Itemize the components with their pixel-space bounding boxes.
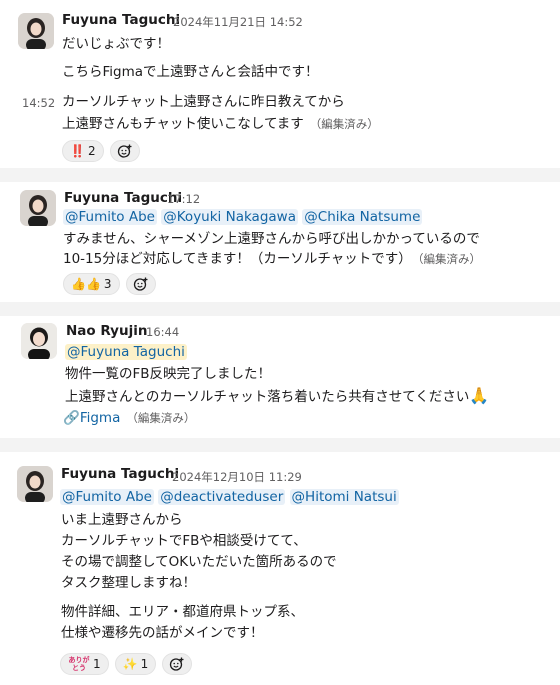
message-text: 仕様や遷移先の話がメインです！ bbox=[61, 625, 264, 641]
message-block: Fuyuna Taguchi 2024年12月10日 11:29 @Fumito… bbox=[0, 452, 560, 685]
message-text: こちらFigmaで上遠野さんと会話中です！ bbox=[62, 64, 319, 80]
user-mention[interactable]: @Fumito Abe bbox=[63, 209, 157, 225]
add-reaction-button[interactable] bbox=[109, 140, 140, 162]
message-block: Nao Ryujin 16:44 @Fuyuna Taguchi 物件一覧のFB… bbox=[0, 316, 560, 438]
message-text: 物件詳細、エリア・都道府県トップ系、 bbox=[61, 604, 304, 620]
add-reaction-button[interactable] bbox=[125, 273, 156, 295]
message-text-content: 上遠野さんもチャット使いこなしてます bbox=[62, 116, 304, 132]
message-block: Fuyuna Taguchi 2024年11月21日 14:52 だいじょぶです… bbox=[0, 0, 560, 168]
reactions-bar: 👍👍 3 bbox=[63, 273, 156, 295]
user-mention[interactable]: @Koyuki Nakagawa bbox=[161, 209, 298, 225]
reactions-bar: ‼️ 2 bbox=[62, 140, 140, 162]
author-name[interactable]: Fuyuna Taguchi bbox=[61, 466, 179, 482]
add-reaction-button[interactable] bbox=[162, 653, 193, 675]
message-text: カーソルチャットでFBや相談受けてて、 bbox=[61, 533, 307, 549]
user-mention[interactable]: @Chika Natsume bbox=[302, 209, 423, 225]
user-mention[interactable]: @Fuyuna Taguchi bbox=[65, 344, 187, 360]
person-avatar-icon bbox=[20, 190, 56, 226]
add-emoji-icon bbox=[117, 144, 132, 158]
author-name[interactable]: Fuyuna Taguchi bbox=[62, 12, 180, 28]
avatar[interactable] bbox=[17, 466, 53, 502]
timestamp[interactable]: 17:12 bbox=[167, 192, 200, 206]
person-avatar-icon bbox=[17, 466, 53, 502]
reaction-pill[interactable]: 👍👍 3 bbox=[63, 273, 120, 295]
reaction-pill[interactable]: ‼️ 2 bbox=[62, 140, 104, 162]
user-mention[interactable]: @Hitomi Natsui bbox=[289, 489, 399, 505]
add-emoji-icon bbox=[170, 657, 184, 671]
user-mention[interactable]: @deactivateduser bbox=[158, 489, 286, 505]
user-mention[interactable]: @Fumito Abe bbox=[60, 489, 154, 505]
edited-label: （編集済み） bbox=[417, 252, 482, 266]
reactions-bar: ありがとう 1 ✨ 1 bbox=[60, 653, 193, 675]
mentions-line: @Fumito Abe @deactivateduser @Hitomi Nat… bbox=[60, 488, 399, 507]
reaction-count: 2 bbox=[87, 144, 96, 158]
author-name[interactable]: Fuyuna Taguchi bbox=[64, 190, 182, 206]
message-text: だいじょぶです！ bbox=[62, 36, 170, 52]
person-avatar-icon bbox=[21, 323, 57, 359]
message-text-content: 10-15分ほど対応してきます！（カーソルチャットです） bbox=[63, 251, 412, 267]
sparkles-icon: ✨ bbox=[122, 657, 138, 671]
thumbs-up-icon: 👍👍 bbox=[71, 277, 101, 291]
avatar[interactable] bbox=[18, 13, 54, 49]
message-text: 上遠野さんもチャット使いこなしてます （編集済み） bbox=[62, 115, 379, 134]
double-exclamation-icon: ‼️ bbox=[70, 144, 85, 158]
message-text: 上遠野さんとのカーソルチャット落ち着いたら共有させてください🙏 bbox=[65, 386, 489, 407]
reaction-count: 1 bbox=[93, 657, 101, 671]
link-icon: 🔗 bbox=[63, 410, 80, 426]
message-text: 🔗Figma （編集済み） bbox=[63, 409, 195, 428]
pray-icon: 🙏 bbox=[469, 386, 490, 405]
message-text-content: 上遠野さんとのカーソルチャット落ち着いたら共有させてください bbox=[65, 389, 470, 405]
message-text: タスク整理しますね！ bbox=[61, 575, 196, 591]
message-text: 物件一覧のFB反映完了しました！ bbox=[65, 366, 272, 382]
avatar[interactable] bbox=[21, 323, 57, 359]
add-emoji-icon bbox=[133, 277, 148, 291]
timestamp[interactable]: 2024年12月10日 11:29 bbox=[172, 469, 302, 485]
author-name[interactable]: Nao Ryujin bbox=[66, 323, 147, 339]
reaction-pill[interactable]: ✨ 1 bbox=[114, 653, 157, 675]
edited-label: （編集済み） bbox=[309, 117, 379, 131]
edited-label: （編集済み） bbox=[126, 411, 196, 425]
reaction-count: 3 bbox=[103, 277, 112, 291]
mentions-line: @Fuyuna Taguchi bbox=[65, 343, 187, 362]
person-avatar-icon bbox=[18, 13, 54, 49]
hover-timestamp[interactable]: 14:52 bbox=[22, 96, 55, 110]
message-block: Fuyuna Taguchi 17:12 @Fumito Abe @Koyuki… bbox=[0, 182, 560, 302]
reaction-count: 1 bbox=[140, 657, 149, 671]
timestamp[interactable]: 16:44 bbox=[146, 325, 179, 339]
reaction-pill[interactable]: ありがとう 1 bbox=[60, 653, 109, 675]
message-text: 10-15分ほど対応してきます！（カーソルチャットです） （編集済み） bbox=[63, 250, 481, 269]
thanks-stamp-icon: ありがとう bbox=[68, 656, 90, 672]
mentions-line: @Fumito Abe @Koyuki Nakagawa @Chika Nats… bbox=[63, 208, 423, 227]
figma-link[interactable]: Figma bbox=[80, 410, 121, 426]
timestamp[interactable]: 2024年11月21日 14:52 bbox=[173, 14, 303, 30]
message-text: その場で調整してOKいただいた箇所あるので bbox=[61, 554, 337, 570]
message-text: いま上遠野さんから bbox=[61, 512, 183, 528]
message-text: カーソルチャット上遠野さんに昨日教えてから bbox=[62, 94, 345, 110]
avatar[interactable] bbox=[20, 190, 56, 226]
message-text: すみません、シャーメゾン上遠野さんから呼び出しかかっているので bbox=[63, 231, 480, 247]
